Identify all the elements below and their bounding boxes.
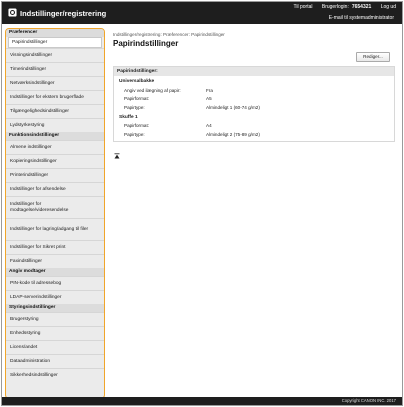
setting-row: Papirtype: Almindeligt 1 (60-74 g/m2) — [114, 103, 394, 112]
panel-title: Papirindstillinger: — [114, 67, 394, 76]
sidebar-section-title: Funktionsindstillinger — [6, 132, 104, 140]
sidebar-item-printer-settings[interactable]: Printerindstillinger — [6, 168, 104, 182]
sidebar-item-user-management[interactable]: Brugerstyring — [6, 312, 104, 326]
sidebar-item-remote-ui-settings[interactable]: Indstillinger for ekstern brugerflade — [6, 90, 104, 104]
setting-value: Fra — [206, 87, 213, 93]
portal-link[interactable]: Til portal — [293, 4, 312, 10]
user-id: 7654321 — [351, 4, 372, 10]
sidebar-item-fax-settings[interactable]: Faxindstillinger — [6, 254, 104, 268]
setting-key: Papirformat: — [124, 123, 150, 129]
main-content: Indstillinger/registrering: Præferencer:… — [108, 28, 400, 399]
sidebar-item-device-management[interactable]: Enhedsstyring — [6, 326, 104, 340]
sidebar-item-common-settings[interactable]: Almene indstillinger — [6, 140, 104, 154]
setting-value: Almindeligt 2 (75-89 g/m2) — [206, 131, 260, 137]
top-bar: Indstillinger/registrering Til portal Br… — [2, 2, 402, 24]
edit-button[interactable]: Rediger... — [356, 52, 390, 62]
sidebar-item-ldap-server-settings[interactable]: LDAP-serverindstillinger — [6, 290, 104, 304]
setting-key: Papirformat: — [124, 96, 150, 102]
sidebar-section-title: Præferencer — [6, 29, 104, 37]
page-title: Papirindstillinger — [113, 39, 179, 48]
sidebar-item-volume-control[interactable]: Lydstyrkestyring — [6, 118, 104, 132]
sidebar-section-title: Angiv modtager — [6, 268, 104, 276]
setting-key: Angiv ved ilægning af papir: — [124, 87, 181, 93]
sidebar-item-copy-settings[interactable]: Kopieringsindstillinger — [6, 154, 104, 168]
login-label: Brugerlogin: — [321, 4, 349, 10]
sidebar-item-receive-forward-settings[interactable]: Indstillinger for modtagelse/videresende… — [6, 196, 104, 218]
app-window: Indstillinger/registrering Til portal Br… — [1, 1, 403, 406]
setting-key: Papirtype: — [124, 104, 145, 110]
sidebar-item-accessibility-settings[interactable]: Tilgængelighedsindstillinger — [6, 104, 104, 118]
sidebar-item-address-book-pin[interactable]: PIN-kode til adressebog — [6, 276, 104, 290]
sidebar-item-data-management[interactable]: Dataadministration — [6, 354, 104, 368]
setting-row: Papirtype: Almindeligt 2 (75-89 g/m2) — [114, 130, 394, 139]
email-admin-link[interactable]: E-mail til systemadministrator — [329, 15, 394, 21]
setting-row: Papirformat: A4 — [114, 122, 394, 131]
sidebar-item-secure-print-settings[interactable]: Indstillinger for Sikret print — [6, 240, 104, 254]
sidebar-item-display-settings[interactable]: Visningsindstillinger — [6, 48, 104, 62]
sidebar-item-license-other[interactable]: Licens/andet — [6, 340, 104, 354]
setting-row: Papirformat: A5 — [114, 95, 394, 104]
setting-value: A4 — [206, 123, 212, 129]
sidebar-item-paper-settings[interactable]: Papirindstillinger — [8, 37, 102, 48]
setting-key: Papirtype: — [124, 131, 145, 137]
paper-settings-panel: Papirindstillinger: Universalbakke Angiv… — [113, 66, 395, 142]
sidebar-item-send-settings[interactable]: Indstillinger for afsendelse — [6, 182, 104, 196]
sidebar-item-network-settings[interactable]: Netværksindstillinger — [6, 76, 104, 90]
sidebar-item-store-access-files-settings[interactable]: Indstillinger for lagring/adgang til fil… — [6, 218, 104, 240]
footer-copyright: Copyright CANON INC. 2017 — [2, 397, 402, 405]
sidebar-item-timer-settings[interactable]: Timerindstillinger — [6, 62, 104, 76]
setting-value: Almindeligt 1 (60-74 g/m2) — [206, 104, 260, 110]
top-links: Til portal Brugerlogin: 7654321 Log ud — [285, 4, 396, 10]
sidebar-section-title: Styringsindstillinger — [6, 304, 104, 312]
logout-link[interactable]: Log ud — [381, 4, 396, 10]
app-title: Indstillinger/registrering — [20, 9, 107, 18]
setting-row: Angiv ved ilægning af papir: Fra — [114, 86, 394, 95]
group-title-drawer-1: Skuffe 1 — [119, 114, 138, 120]
sidebar: Præferencer Papirindstillinger Visningsi… — [5, 28, 105, 399]
setting-value: A5 — [206, 96, 212, 102]
sidebar-item-security-settings[interactable]: Sikkerhedsindstillinger — [6, 368, 104, 382]
settings-app-icon — [8, 8, 17, 17]
group-title-multipurpose-tray: Universalbakke — [119, 79, 155, 84]
back-to-top-icon[interactable] — [114, 153, 120, 159]
breadcrumb: Indstillinger/registrering: Præferencer:… — [113, 32, 225, 37]
